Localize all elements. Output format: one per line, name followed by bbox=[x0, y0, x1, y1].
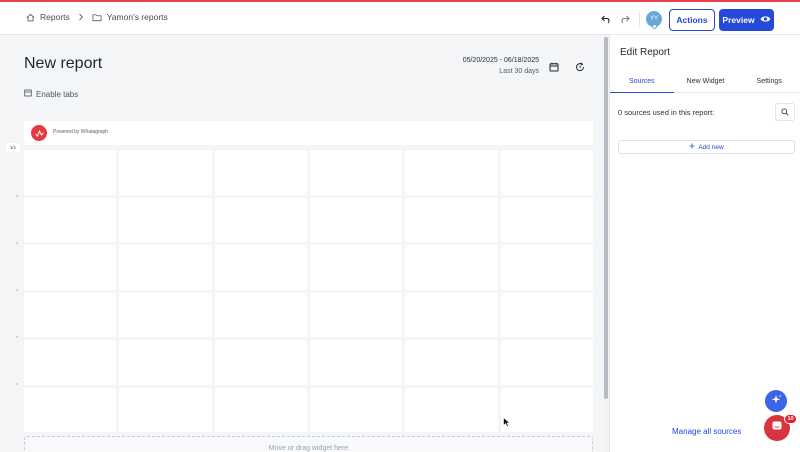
grid-cell[interactable] bbox=[119, 150, 212, 195]
row-handle[interactable] bbox=[16, 242, 18, 244]
report-header-card: Powered by Whatagraph bbox=[24, 121, 593, 145]
actions-button[interactable]: Actions bbox=[669, 9, 715, 31]
grid-cell[interactable] bbox=[500, 292, 593, 337]
widget-grid bbox=[24, 150, 593, 432]
add-source-label: Add new bbox=[698, 143, 724, 151]
report-canvas: New report 05/20/2025 - 06/18/2025 Last … bbox=[0, 35, 605, 452]
grid-cell[interactable] bbox=[214, 245, 307, 290]
date-range[interactable]: 05/20/2025 - 06/18/2025 Last 30 days bbox=[440, 55, 539, 77]
tab-sources[interactable]: Sources bbox=[610, 71, 674, 93]
tab-new-widget[interactable]: New Widget bbox=[674, 71, 738, 92]
breadcrumb-reports[interactable]: Reports bbox=[40, 12, 70, 22]
eye-icon bbox=[760, 15, 771, 25]
canvas-scrollbar-thumb[interactable] bbox=[604, 37, 608, 399]
undo-icon[interactable] bbox=[600, 13, 612, 25]
grid-cell[interactable] bbox=[310, 340, 403, 385]
grid-cell[interactable] bbox=[119, 387, 212, 432]
enable-tabs-toggle[interactable]: Enable tabs bbox=[24, 89, 78, 99]
tab-settings[interactable]: Settings bbox=[737, 71, 800, 92]
date-range-preset: Last 30 days bbox=[499, 68, 539, 75]
grid-cell[interactable] bbox=[500, 197, 593, 242]
grid-cell[interactable] bbox=[214, 150, 307, 195]
sparkle-icon bbox=[771, 392, 782, 410]
grid-cell[interactable] bbox=[310, 292, 403, 337]
grid-cell[interactable] bbox=[405, 150, 498, 195]
toolbar-divider bbox=[639, 11, 640, 27]
grid-cell[interactable] bbox=[24, 245, 117, 290]
breadcrumb-folder[interactable]: Yamon's reports bbox=[107, 12, 168, 22]
mouse-cursor-icon bbox=[503, 415, 511, 433]
grid-cell[interactable] bbox=[119, 340, 212, 385]
grid-cell[interactable] bbox=[24, 340, 117, 385]
powered-by-text: Powered by Whatagraph bbox=[53, 129, 109, 135]
grid-cell[interactable] bbox=[310, 150, 403, 195]
calendar-icon[interactable] bbox=[549, 59, 559, 77]
grid-cell[interactable] bbox=[405, 197, 498, 242]
top-bar: Reports Yamon's reports YY Actions Previ… bbox=[0, 2, 800, 35]
home-icon[interactable] bbox=[26, 13, 35, 22]
grid-cell[interactable] bbox=[24, 197, 117, 242]
avatar-status-dot bbox=[652, 24, 657, 29]
widget-dropzone[interactable]: Move or drag widget here bbox=[24, 436, 593, 452]
row-handle[interactable] bbox=[16, 336, 18, 338]
page-indicator[interactable]: 1/1 bbox=[6, 143, 20, 152]
search-icon bbox=[781, 103, 789, 121]
grid-cell[interactable] bbox=[500, 245, 593, 290]
redo-icon[interactable] bbox=[618, 13, 630, 25]
preview-button-label: Preview bbox=[722, 15, 755, 25]
grid-cell[interactable] bbox=[24, 387, 117, 432]
add-source-button[interactable]: Add new bbox=[618, 140, 795, 154]
grid-cell[interactable] bbox=[405, 245, 498, 290]
grid-cell[interactable] bbox=[310, 197, 403, 242]
grid-cell[interactable] bbox=[119, 292, 212, 337]
plus-icon bbox=[689, 143, 695, 151]
report-title[interactable]: New report bbox=[24, 55, 102, 73]
ai-assistant-button[interactable] bbox=[765, 390, 787, 412]
chat-icon bbox=[771, 419, 783, 437]
panel-title: Edit Report bbox=[620, 47, 671, 58]
preview-button[interactable]: Preview bbox=[719, 9, 774, 31]
grid-cell[interactable] bbox=[500, 150, 593, 195]
grid-cell[interactable] bbox=[119, 197, 212, 242]
grid-cell[interactable] bbox=[310, 387, 403, 432]
whatagraph-logo bbox=[31, 125, 47, 141]
grid-cell[interactable] bbox=[214, 340, 307, 385]
chat-notification-badge: 10 bbox=[784, 414, 797, 424]
sources-count-text: 0 sources used in this report: bbox=[618, 108, 715, 117]
grid-cell[interactable] bbox=[500, 387, 593, 432]
row-handle[interactable] bbox=[16, 289, 18, 291]
grid-cell[interactable] bbox=[119, 245, 212, 290]
manage-sources-link[interactable]: Manage all sources bbox=[672, 427, 741, 436]
edit-report-panel: Edit Report Sources New Widget Settings … bbox=[609, 35, 800, 452]
tabs-icon bbox=[24, 89, 32, 99]
grid-cell[interactable] bbox=[214, 387, 307, 432]
grid-cell[interactable] bbox=[214, 197, 307, 242]
panel-tabs: Sources New Widget Settings bbox=[610, 71, 800, 93]
grid-cell[interactable] bbox=[24, 150, 117, 195]
grid-cell[interactable] bbox=[214, 292, 307, 337]
grid-cell[interactable] bbox=[405, 292, 498, 337]
grid-cell[interactable] bbox=[405, 387, 498, 432]
refresh-icon[interactable] bbox=[575, 59, 585, 77]
breadcrumb: Reports Yamon's reports bbox=[26, 12, 168, 22]
search-sources-button[interactable] bbox=[775, 103, 795, 121]
row-handle[interactable] bbox=[16, 383, 18, 385]
enable-tabs-label: Enable tabs bbox=[36, 89, 79, 99]
chevron-right-icon bbox=[78, 13, 84, 21]
folder-icon bbox=[92, 13, 102, 22]
row-handle[interactable] bbox=[16, 195, 18, 197]
grid-cell[interactable] bbox=[500, 340, 593, 385]
grid-cell[interactable] bbox=[310, 245, 403, 290]
grid-cell[interactable] bbox=[405, 340, 498, 385]
date-range-value: 05/20/2025 - 06/18/2025 bbox=[462, 57, 539, 64]
grid-cell[interactable] bbox=[24, 292, 117, 337]
